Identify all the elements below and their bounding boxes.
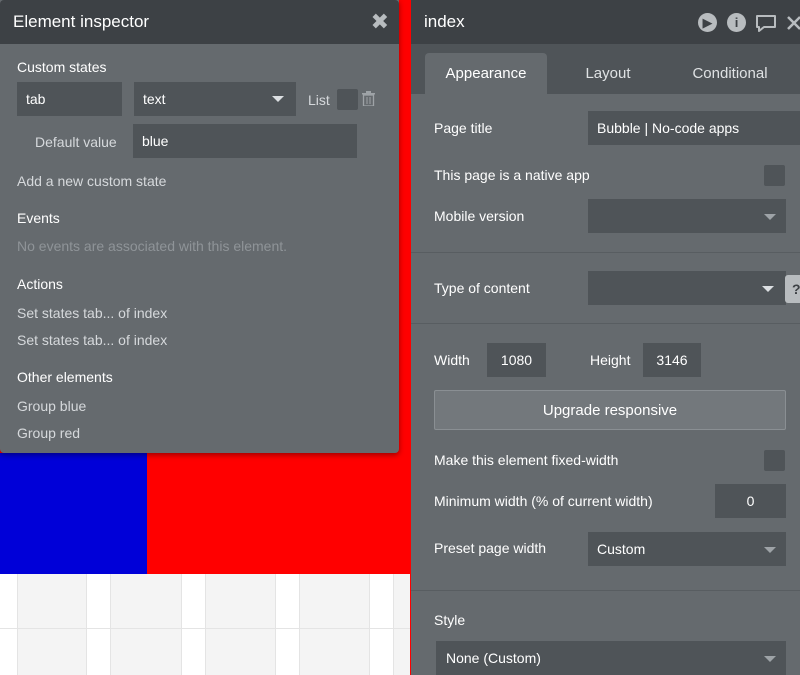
play-icon[interactable]: ▶ <box>698 13 717 32</box>
inspector-header[interactable]: Element inspector ✖ <box>0 0 399 44</box>
preset-width-dropdown[interactable]: Custom <box>588 532 786 566</box>
canvas-grid <box>0 574 410 675</box>
comment-icon[interactable] <box>755 14 777 33</box>
property-editor-panel: index ▶ i Appearance Layout Conditional … <box>411 0 800 675</box>
min-width-input[interactable]: 0 <box>715 484 786 518</box>
height-input[interactable]: 3146 <box>643 343 701 377</box>
type-of-content-dropdown[interactable] <box>588 271 786 305</box>
help-icon[interactable]: ? <box>785 275 800 303</box>
custom-states-title: Custom states <box>17 59 107 75</box>
section-divider <box>411 590 800 591</box>
chevron-down-icon <box>764 656 776 662</box>
group-red-canvas[interactable] <box>147 453 410 574</box>
list-label: List <box>308 92 330 108</box>
action-item[interactable]: Set states tab... of index <box>17 332 167 348</box>
close-icon[interactable]: ✖ <box>371 11 389 33</box>
mobile-version-label: Mobile version <box>434 208 525 224</box>
tab-layout[interactable]: Layout <box>547 53 669 94</box>
fixed-width-label: Make this element fixed-width <box>434 452 619 468</box>
style-dropdown[interactable]: None (Custom) <box>436 641 786 675</box>
info-icon[interactable]: i <box>727 13 746 32</box>
other-elements-title: Other elements <box>17 369 113 385</box>
chevron-down-icon <box>764 547 776 553</box>
actions-title: Actions <box>17 276 63 292</box>
close-icon[interactable] <box>786 14 800 33</box>
preset-width-label: Preset page width <box>434 540 547 556</box>
native-app-label: This page is a native app <box>434 167 590 183</box>
chevron-down-icon <box>762 286 774 292</box>
native-app-checkbox[interactable] <box>764 165 785 186</box>
upgrade-responsive-button[interactable]: Upgrade responsive <box>434 390 786 430</box>
page-title-label: Page title <box>434 120 493 136</box>
tab-conditional[interactable]: Conditional <box>669 53 791 94</box>
default-value-label: Default value <box>35 134 117 150</box>
events-empty-text: No events are associated with this eleme… <box>17 238 288 254</box>
mobile-version-dropdown[interactable] <box>588 199 786 233</box>
other-element-item-group-red[interactable]: Group red <box>17 425 80 441</box>
height-label: Height <box>590 352 631 368</box>
state-type-dropdown[interactable]: text <box>134 82 296 116</box>
trash-icon[interactable] <box>362 91 375 106</box>
default-value-input[interactable]: blue <box>133 124 357 158</box>
style-label: Style <box>434 612 466 628</box>
add-custom-state-link[interactable]: Add a new custom state <box>17 173 166 189</box>
type-of-content-label: Type of content <box>434 280 530 296</box>
fixed-width-checkbox[interactable] <box>764 450 785 471</box>
action-item[interactable]: Set states tab... of index <box>17 305 167 321</box>
events-title: Events <box>17 210 60 226</box>
width-input[interactable]: 1080 <box>487 343 546 377</box>
page-title-input[interactable]: Bubble | No-code apps <box>588 111 800 145</box>
property-editor-title: index <box>424 12 465 31</box>
element-inspector-panel: Element inspector ✖ Custom states tab te… <box>0 0 399 453</box>
tab-appearance[interactable]: Appearance <box>425 53 547 94</box>
chevron-down-icon <box>272 96 284 102</box>
inspector-title: Element inspector <box>13 12 150 31</box>
chevron-down-icon <box>764 214 776 220</box>
state-name-input[interactable]: tab <box>17 82 122 116</box>
min-width-label: Minimum width (% of current width) <box>434 493 653 509</box>
section-divider <box>411 323 800 324</box>
list-checkbox[interactable] <box>337 89 358 110</box>
group-blue-canvas[interactable] <box>0 453 147 574</box>
width-label: Width <box>434 352 470 368</box>
other-element-item-group-blue[interactable]: Group blue <box>17 398 86 414</box>
section-divider <box>411 252 800 253</box>
